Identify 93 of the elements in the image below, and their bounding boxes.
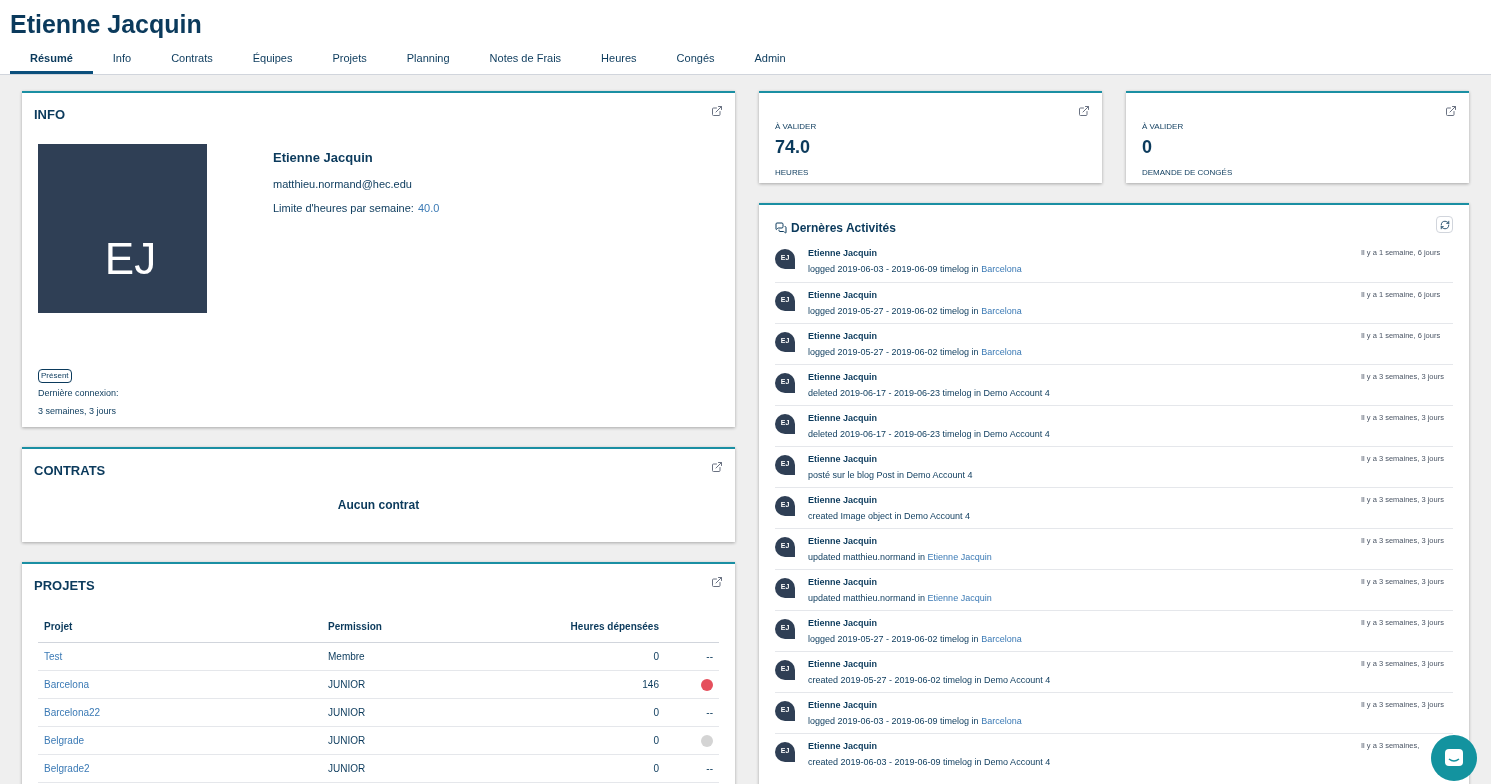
activity-author: Etienne Jacquin (808, 246, 879, 260)
stat-caption: HEURES (775, 166, 810, 179)
tab[interactable]: Résumé (10, 46, 93, 74)
activity-text: created 2019-06-03 - 2019-06-09 timelog in Demo Account 4 (808, 756, 1052, 769)
activity-text: logged 2019-06-03 - 2019-06-09 timelog in Barcelona (808, 263, 1023, 276)
activity-text: logged 2019-05-27 - 2019-06-02 timelog in Barcelona (808, 346, 1023, 359)
external-link-icon[interactable] (1078, 104, 1090, 117)
external-link-icon[interactable] (1445, 104, 1457, 117)
tab[interactable]: Équipes (232, 46, 313, 74)
activity-link[interactable]: Barcelona (981, 347, 1022, 357)
stat-label: À VALIDER (1142, 120, 1185, 133)
activity-author: Etienne Jacquin (808, 288, 879, 302)
activity-author: Etienne Jacquin (808, 493, 879, 507)
tab[interactable]: Congés (656, 46, 735, 74)
chat-icon (1443, 747, 1465, 769)
column-header: Permission (328, 611, 454, 643)
project-link[interactable]: Barcelona22 (44, 707, 101, 718)
table-cell: 146 (642, 679, 659, 690)
activity-link[interactable]: Etienne Jacquin (927, 552, 992, 562)
table-cell: 0 (653, 707, 659, 718)
project-link[interactable]: Test (44, 651, 63, 662)
activity-link[interactable]: Barcelona (981, 634, 1022, 644)
last-login-label: Dernière connexion: (38, 387, 119, 400)
activity-link[interactable]: Barcelona (981, 716, 1022, 726)
hours-limit-value: 40.0 (417, 201, 440, 216)
activity-text: logged 2019-05-27 - 2019-06-02 timelog in Barcelona (808, 305, 1023, 318)
activity-author: Etienne Jacquin (808, 657, 879, 671)
activity-author: Etienne Jacquin (808, 698, 879, 712)
activity-link[interactable]: Barcelona (981, 264, 1022, 274)
external-link-icon[interactable] (711, 575, 723, 588)
presence-badge: Présent (38, 369, 72, 383)
stat-value: 0 (1142, 135, 1153, 159)
card-title: Dernères Activités (791, 219, 896, 237)
activity-text: deleted 2019-06-17 - 2019-06-23 timelog in Demo Account 4 (808, 428, 1051, 441)
table-cell: Membre (328, 651, 365, 662)
empty-message: Aucun contrat (337, 497, 420, 514)
table-cell: JUNIOR (328, 763, 366, 774)
table-cell: JUNIOR (328, 679, 366, 690)
project-link[interactable]: Barcelona (44, 679, 90, 690)
activity-author: Etienne Jacquin (808, 329, 879, 343)
card-title: INFO (34, 105, 66, 124)
stat-value: 74.0 (775, 135, 812, 159)
column-header: Heures dépensées (453, 611, 659, 643)
activity-author: Etienne Jacquin (808, 534, 879, 548)
activity-link[interactable]: Etienne Jacquin (927, 593, 992, 603)
external-link-icon[interactable] (711, 104, 723, 117)
table-cell: 0 (653, 735, 659, 746)
tab[interactable]: Notes de Frais (469, 46, 582, 74)
activity-text: posté sur le blog Post in Demo Account 4 (808, 469, 974, 482)
table-cell: -- (706, 763, 713, 774)
table-cell: JUNIOR (328, 707, 366, 718)
table-cell: -- (706, 707, 713, 718)
table-cell: -- (706, 651, 713, 662)
hours-limit-label: Limite d'heures par semaine: (273, 201, 414, 216)
comments-icon (775, 221, 787, 234)
table-cell: JUNIOR (328, 735, 366, 746)
activity-author: Etienne Jacquin (808, 575, 879, 589)
refresh-button[interactable] (1436, 216, 1453, 233)
activity-author: Etienne Jacquin (808, 739, 879, 753)
user-email: matthieu.normand@hec.edu (273, 176, 413, 192)
activity-author: Etienne Jacquin (808, 370, 879, 384)
activity-author: Etienne Jacquin (808, 411, 879, 425)
page-title: Etienne Jacquin (10, 9, 203, 40)
tab[interactable]: Heures (581, 46, 657, 74)
stat-caption: DEMANDE DE CONGÉS (1142, 166, 1234, 179)
activity-text: updated matthieu.normand in Etienne Jacquin (808, 592, 993, 605)
activity-author: Etienne Jacquin (808, 452, 879, 466)
activity-text: logged 2019-05-27 - 2019-06-02 timelog in Barcelona (808, 633, 1023, 646)
table-cell: 0 (653, 651, 659, 662)
activity-author: Etienne Jacquin (808, 616, 879, 630)
activity-text: deleted 2019-06-17 - 2019-06-23 timelog in Demo Account 4 (808, 387, 1051, 400)
external-link-icon[interactable] (711, 460, 723, 473)
activity-link[interactable]: Barcelona (981, 306, 1022, 316)
table-cell: 0 (653, 763, 659, 774)
tab[interactable]: Contrats (151, 46, 233, 74)
last-login-value: 3 semaines, 3 jours (38, 404, 117, 418)
activity-text: created 2019-05-27 - 2019-06-02 timelog in Demo Account 4 (808, 674, 1052, 687)
column-header: Projet (38, 611, 328, 643)
project-link[interactable]: Belgrade (44, 735, 85, 746)
activity-text: logged 2019-06-03 - 2019-06-09 timelog in Barcelona (808, 715, 1023, 728)
stat-label: À VALIDER (775, 120, 818, 133)
activity-text: updated matthieu.normand in Etienne Jacquin (808, 551, 993, 564)
tab[interactable]: Projets (312, 46, 387, 74)
activity-text: created Image object in Demo Account 4 (808, 510, 972, 523)
user-name: Etienne Jacquin (273, 149, 374, 167)
tab[interactable]: Info (92, 46, 152, 74)
card-title: CONTRATS (34, 461, 106, 480)
tab[interactable]: Admin (734, 46, 806, 74)
avatar-initials: EJ (104, 237, 157, 281)
project-link[interactable]: Belgrade2 (44, 763, 90, 774)
tab[interactable]: Planning (386, 46, 470, 74)
card-title: PROJETS (34, 576, 95, 595)
refresh-icon (1439, 219, 1450, 230)
